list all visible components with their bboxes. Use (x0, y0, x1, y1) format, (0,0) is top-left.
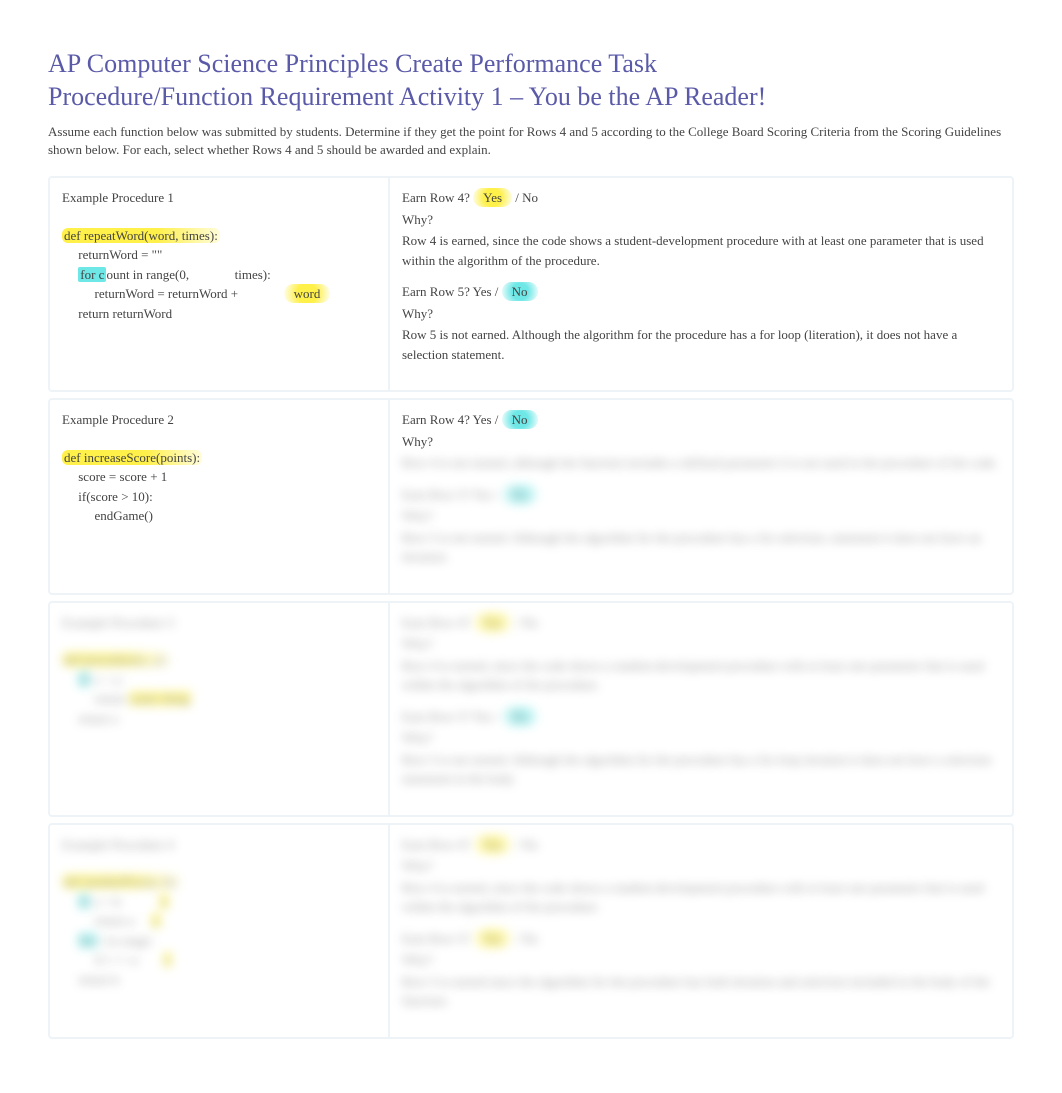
code-hl-def: def procedure(x, y): (62, 652, 170, 667)
answer-no: No (502, 282, 538, 301)
procedure-cell: Example Procedure 2 def increaseScore(po… (50, 400, 390, 593)
code-line: returnWord = "" (62, 247, 162, 262)
code-line: returnWord = returnWord + (62, 286, 284, 301)
code-hl: x (159, 894, 170, 909)
intro-text: Assume each function below was submitted… (48, 123, 1014, 158)
why-label: Why? (402, 856, 1000, 876)
row4-answer: Row 4 is earned, since the code shows a … (402, 231, 1000, 270)
code-line: times): (235, 267, 271, 282)
code-hl-param: word (284, 284, 331, 303)
answer-no: No (502, 707, 538, 726)
why-label: Why? (402, 728, 1000, 748)
answer-yes: Yes (473, 613, 512, 632)
answer-cell: Earn Row 4? Yes / No Why? Row 4 is not e… (390, 400, 1012, 593)
procedure-title: Example Procedure 1 (62, 188, 376, 208)
code-line: if(score > 10): (62, 489, 153, 504)
code-line: score = score + 1 (62, 469, 167, 484)
why-label: Why? (402, 950, 1000, 970)
answer-yes: Yes (473, 835, 512, 854)
row5-answer: Row 5 is not earned. Although the algori… (402, 325, 1000, 364)
code-hl-def: def increaseScore(points): (62, 450, 202, 465)
code-block-blurred: def anotherProc(a, b): if a > b: x retur… (62, 872, 376, 989)
procedure-cell: Example Procedure 1 def repeatWord(word,… (50, 178, 390, 390)
why-label: Why? (402, 634, 1000, 654)
code-hl: if (78, 894, 90, 909)
answer-no: No (502, 485, 538, 504)
row4-answer-blurred: Row 4 is earned, since the code shows a … (402, 656, 1000, 695)
procedure-cell: Example Procedure 4 def anotherProc(a, b… (50, 825, 390, 1037)
code-block: def increaseScore(points): score = score… (62, 448, 376, 526)
why-label: Why? (402, 506, 1000, 526)
procedure-cell: Example Procedure 3 def procedure(x, y):… (50, 603, 390, 815)
code-hl: for (78, 933, 97, 948)
code-hl-def: def anotherProc(a, b): (62, 874, 180, 889)
procedure-title: Example Procedure 3 (62, 613, 376, 633)
procedure-title: Example Procedure 2 (62, 410, 376, 430)
row5-answer-blurred: Row 5 is earned since the algorithm for … (402, 972, 1000, 1011)
table-row: Example Procedure 4 def anotherProc(a, b… (48, 823, 1014, 1039)
row5-question: Earn Row 5? Yes / No (402, 929, 1000, 949)
code-line: ount in range(0, (106, 267, 234, 282)
code-hl: some (129, 691, 160, 706)
row5-answer-blurred: Row 5 is not earned. Although the algori… (402, 750, 1000, 789)
why-label: Why? (402, 432, 1000, 452)
answer-yes: Yes (473, 188, 512, 207)
title-line-1: AP Computer Science Principles Create Pe… (48, 49, 657, 78)
code-hl-for: for c (78, 267, 106, 282)
table-row: Example Procedure 3 def procedure(x, y):… (48, 601, 1014, 817)
code-hl-def: def repeatWord(word, times): (62, 228, 220, 243)
answer-cell: Earn Row 4? Yes / No Why? Row 4 is earne… (390, 603, 1012, 815)
answer-cell: Earn Row 4? Yes / No Why? Row 4 is earne… (390, 178, 1012, 390)
why-label: Why? (402, 304, 1000, 324)
row4-answer-blurred: Row 4 is earned, since the code shows a … (402, 878, 1000, 917)
row5-question: Earn Row 5? Yes / No (402, 707, 1000, 727)
row4-answer-blurred: Row 4 is not earned, although the functi… (402, 453, 1000, 473)
row4-question: Earn Row 4? Yes / No (402, 835, 1000, 855)
answer-no: No (502, 410, 538, 429)
table-row: Example Procedure 1 def repeatWord(word,… (48, 176, 1014, 392)
code-hl: thing (160, 691, 191, 706)
code-line: endGame() (62, 508, 153, 523)
why-label: Why? (402, 210, 1000, 230)
procedure-title: Example Procedure 4 (62, 835, 376, 855)
answer-yes: Yes (473, 929, 512, 948)
code-line: return returnWord (62, 306, 172, 321)
row4-question: Earn Row 4? Yes / No (402, 410, 1000, 430)
examples-table: Example Procedure 1 def repeatWord(word,… (48, 176, 1014, 1039)
code-block-blurred: def procedure(x, y): if x > y: return so… (62, 650, 376, 728)
answer-cell: Earn Row 4? Yes / No Why? Row 4 is earne… (390, 825, 1012, 1037)
code-hl: y (151, 913, 162, 928)
row5-question: Earn Row 5? Yes / No (402, 485, 1000, 505)
code-block: def repeatWord(word, times): returnWord … (62, 226, 376, 324)
row5-answer-blurred: Row 5 is not earned. Although the algori… (402, 528, 1000, 567)
row4-question: Earn Row 4? Yes / No (402, 188, 1000, 208)
page-title: AP Computer Science Principles Create Pe… (48, 48, 1014, 113)
code-hl: z (163, 952, 173, 967)
row4-question: Earn Row 4? Yes / No (402, 613, 1000, 633)
row5-question: Earn Row 5? Yes / No (402, 282, 1000, 302)
code-line (62, 267, 78, 282)
table-row: Example Procedure 2 def increaseScore(po… (48, 398, 1014, 595)
code-hl: if (78, 672, 90, 687)
title-line-2: Procedure/Function Requirement Activity … (48, 82, 766, 111)
